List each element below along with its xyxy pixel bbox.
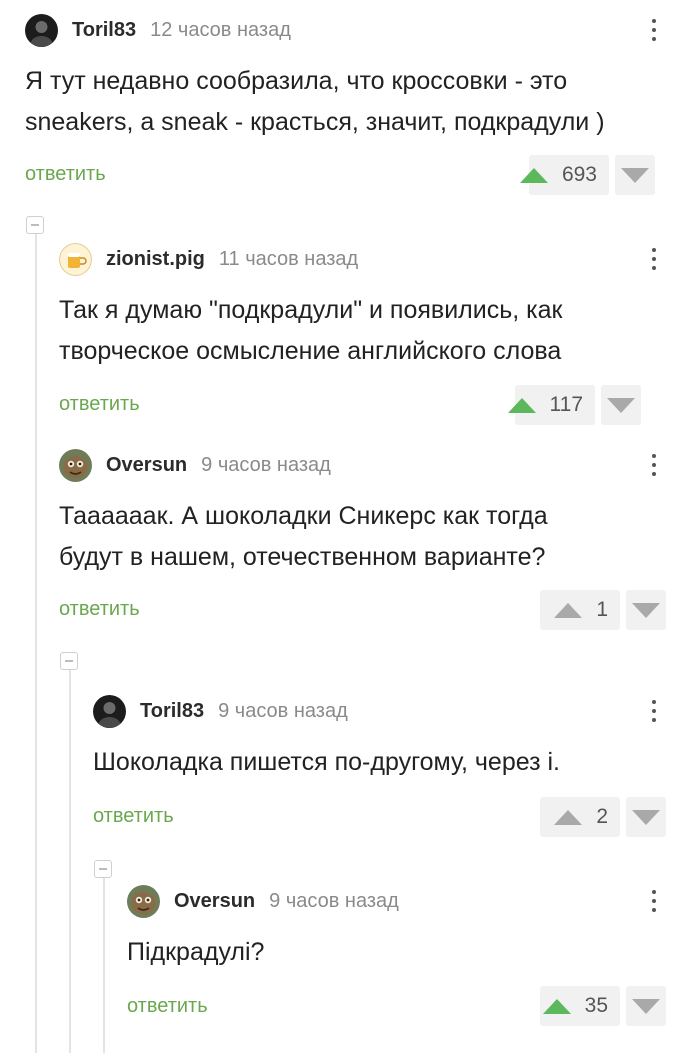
downvote-arrow-icon (632, 602, 660, 618)
comment-text-line: творческое осмысление английского слова (59, 337, 562, 365)
downvote-arrow-icon (632, 998, 660, 1014)
comment-text: Так я думаю "подкрадули" и появились, ка… (59, 290, 562, 372)
collapse-thread-button[interactable] (26, 216, 44, 234)
username[interactable]: Oversun (174, 890, 255, 913)
comment: Oversun 9 часов назад Тааааaак. А шокола… (59, 448, 700, 638)
comment: Oversun 9 часов назад Підкрадулі? ответи… (127, 884, 700, 1034)
creature-avatar[interactable] (127, 884, 160, 918)
timestamp[interactable]: 9 часов назад (269, 890, 399, 913)
reply-link[interactable]: ответить (25, 163, 106, 186)
upvote-button[interactable]: 2 (540, 797, 620, 837)
timestamp[interactable]: 11 часов назад (219, 248, 358, 271)
comment-text: Підкрадулі? (127, 932, 264, 973)
dark-portrait-avatar[interactable] (25, 13, 58, 47)
comment-text: Я тут недавно сообразила, что кроссовки … (25, 61, 605, 143)
more-options-icon[interactable] (639, 244, 669, 274)
timestamp[interactable]: 9 часов назад (201, 454, 331, 477)
vote-count: 1 (596, 598, 608, 621)
collapse-thread-button[interactable] (94, 860, 112, 878)
downvote-button[interactable] (626, 590, 666, 630)
downvote-arrow-icon (632, 809, 660, 825)
beer-mug-avatar[interactable] (59, 242, 92, 276)
vote-controls: 693 (519, 155, 655, 195)
upvote-arrow-icon (554, 602, 583, 618)
upvote-arrow-icon (542, 998, 571, 1014)
upvote-arrow-icon (507, 397, 536, 413)
upvote-button[interactable]: 117 (507, 385, 595, 425)
comment-text-line: Тааааaак. А шоколадки Сникерс как тогда (59, 502, 548, 530)
vote-count: 117 (549, 393, 583, 416)
username[interactable]: Oversun (106, 454, 187, 477)
upvote-button[interactable]: 1 (540, 590, 620, 630)
more-options-icon[interactable] (639, 886, 669, 916)
collapse-thread-button[interactable] (60, 652, 78, 670)
downvote-button[interactable] (626, 986, 666, 1026)
vote-controls: 117 (507, 385, 641, 425)
comment-text-line: Так я думаю "подкрадули" и появились, ка… (59, 296, 563, 324)
comment-header: Oversun 9 часов назад (127, 884, 399, 918)
vote-controls: 35 (540, 986, 666, 1026)
reply-link[interactable]: ответить (93, 805, 174, 828)
comment-text-line: Шоколадка пишется по-другому, через і. (93, 748, 560, 776)
vote-count: 35 (584, 994, 608, 1017)
thread-line-level-3 (103, 876, 105, 1053)
comment: Toril83 12 часов назад Я тут недавно соо… (25, 13, 700, 203)
comment-header: Toril83 12 часов назад (25, 13, 291, 47)
more-options-icon[interactable] (639, 696, 669, 726)
more-options-icon[interactable] (639, 450, 669, 480)
comment: Toril83 9 часов назад Шоколадка пишется … (93, 694, 700, 844)
downvote-arrow-icon (607, 397, 635, 413)
timestamp[interactable]: 12 часов назад (150, 19, 291, 42)
downvote-button[interactable] (626, 797, 666, 837)
reply-link[interactable]: ответить (59, 598, 140, 621)
comment-text: Шоколадка пишется по-другому, через і. (93, 742, 560, 783)
vote-count: 2 (596, 805, 608, 828)
upvote-button[interactable]: 693 (519, 155, 609, 195)
downvote-button[interactable] (615, 155, 655, 195)
comment-text-line: Я тут недавно сообразила, что кроссовки … (25, 67, 568, 95)
downvote-button[interactable] (601, 385, 641, 425)
comment-text-line: Підкрадулі? (127, 938, 265, 966)
comment-text: Тааааaак. А шоколадки Сникерс как тогда … (59, 496, 548, 578)
downvote-arrow-icon (621, 167, 649, 183)
upvote-button[interactable]: 35 (540, 986, 620, 1026)
upvote-arrow-icon (519, 167, 548, 183)
username[interactable]: Toril83 (72, 19, 136, 42)
vote-count: 693 (561, 163, 597, 186)
creature-avatar[interactable] (59, 448, 92, 482)
comment-text-line: sneakers, a sneak - красться, значит, по… (25, 108, 605, 136)
username[interactable]: zionist.pig (106, 248, 205, 271)
thread-line-level-1 (35, 232, 37, 1053)
vote-controls: 2 (540, 797, 666, 837)
more-options-icon[interactable] (639, 15, 669, 45)
thread-line-level-2 (69, 668, 71, 1053)
comment: zionist.pig 11 часов назад Так я думаю "… (59, 242, 700, 432)
vote-controls: 1 (540, 590, 666, 630)
timestamp[interactable]: 9 часов назад (218, 700, 348, 723)
reply-link[interactable]: ответить (127, 995, 208, 1018)
upvote-arrow-icon (554, 809, 583, 825)
comment-text-line: будут в нашем, отечественном варианте? (59, 543, 546, 571)
username[interactable]: Toril83 (140, 700, 204, 723)
dark-portrait-avatar[interactable] (93, 694, 126, 728)
reply-link[interactable]: ответить (59, 393, 140, 416)
comment-header: Oversun 9 часов назад (59, 448, 331, 482)
comment-header: zionist.pig 11 часов назад (59, 242, 358, 276)
comment-header: Toril83 9 часов назад (93, 694, 348, 728)
